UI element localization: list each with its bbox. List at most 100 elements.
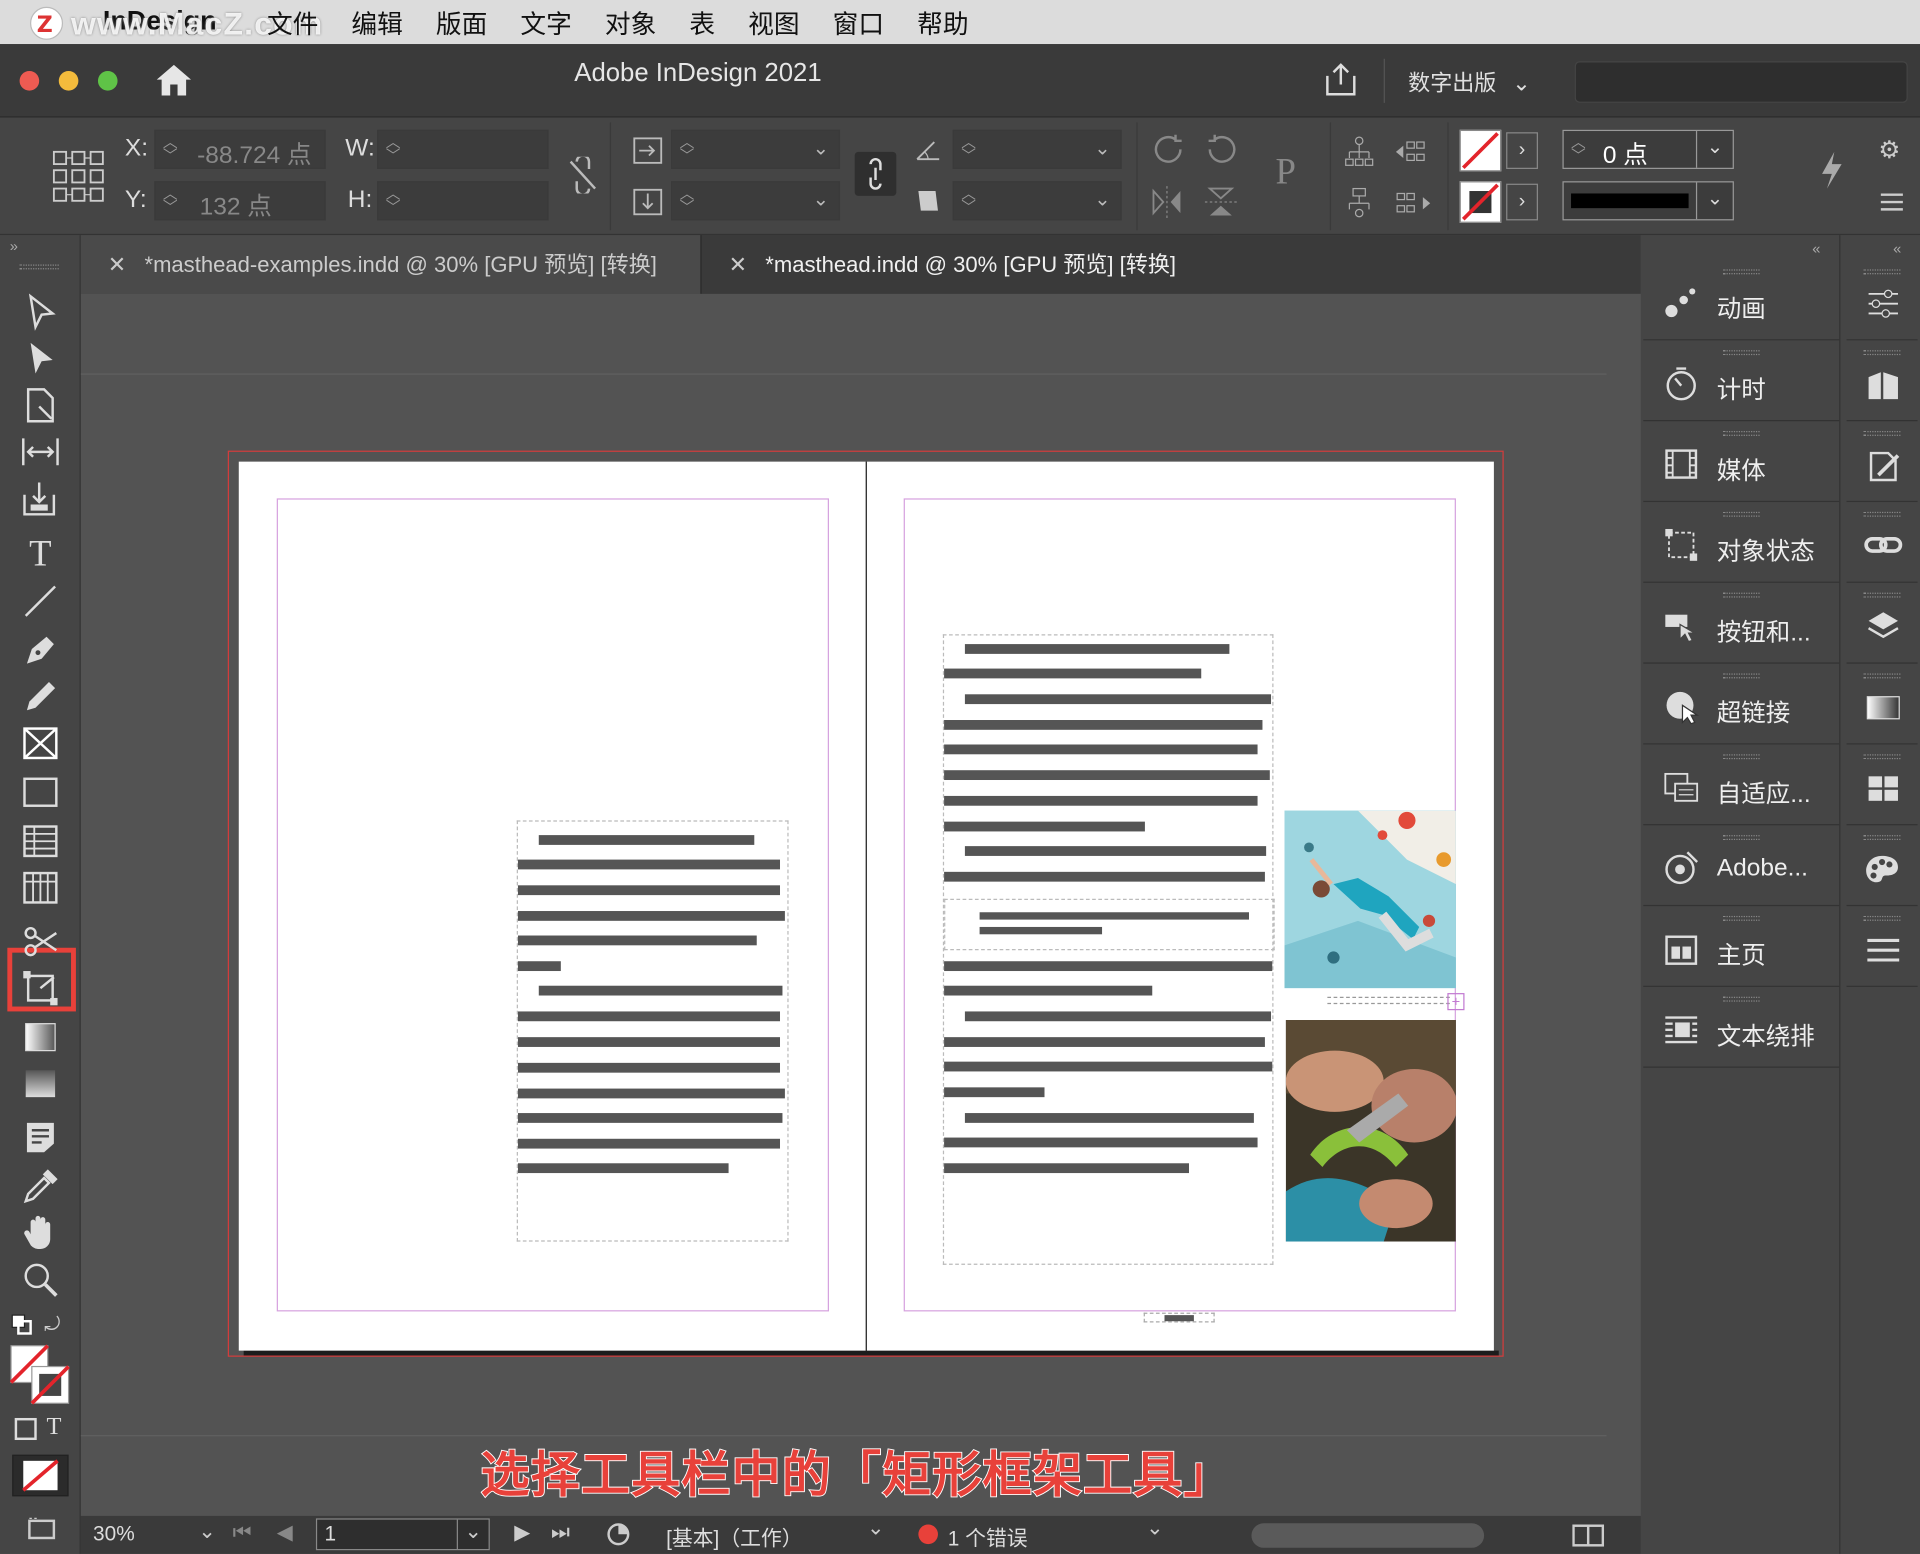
preflight-icon[interactable]: [605, 1521, 632, 1548]
carabiner-image[interactable]: [1285, 1020, 1456, 1242]
chevron-down-icon[interactable]: ⌄: [1695, 131, 1733, 168]
direct-selection-tool-icon[interactable]: [20, 338, 62, 380]
panel-stroke[interactable]: [1846, 424, 1918, 503]
gradient-feather-tool-icon[interactable]: [20, 1063, 62, 1105]
chevron-down-icon[interactable]: ⌄: [1094, 136, 1110, 160]
overset-text-icon[interactable]: +: [1447, 993, 1465, 1011]
rectangle-frame-tool-icon[interactable]: [20, 722, 62, 764]
scissors-tool-icon[interactable]: [20, 921, 62, 963]
zoom-tool-icon[interactable]: [20, 1259, 62, 1301]
panel-paragraph-styles[interactable]: [1846, 909, 1918, 987]
stroke-type-dropdown[interactable]: ⌄: [1562, 181, 1734, 221]
note-tool-icon[interactable]: [20, 1117, 62, 1159]
rotate-counterclockwise-icon[interactable]: [1202, 132, 1239, 169]
menu-view[interactable]: 视图: [748, 5, 799, 42]
rectangle-tool-icon[interactable]: [20, 771, 62, 813]
menu-object[interactable]: 对象: [605, 5, 656, 42]
split-view-icon[interactable]: [1572, 1523, 1605, 1547]
type-tool-icon[interactable]: T: [20, 534, 62, 576]
width-field[interactable]: ︿ ﹀: [377, 129, 549, 169]
flip-horizontal-icon[interactable]: [1149, 184, 1186, 221]
collapse-panels-icon[interactable]: «: [1893, 240, 1901, 257]
default-fill-stroke-icon[interactable]: [10, 1313, 37, 1337]
panel-liquid-layout[interactable]: 自适应...: [1643, 747, 1840, 826]
text-frame-left[interactable]: [516, 820, 789, 1242]
pull-quote-frame[interactable]: [944, 898, 1275, 951]
close-tab-icon[interactable]: ✕: [108, 235, 126, 294]
scale-x-field[interactable]: ︿ ﹀ ⌄: [671, 129, 841, 169]
fill-none-swatch[interactable]: [1459, 129, 1502, 172]
stroke-none-swatch[interactable]: [1459, 181, 1502, 223]
preflight-profile[interactable]: [基本]（工作）: [666, 1521, 802, 1552]
menu-help[interactable]: 帮助: [917, 5, 968, 42]
zoom-level-dropdown[interactable]: 30% ⌄: [93, 1520, 216, 1546]
menu-type[interactable]: 文字: [520, 5, 571, 42]
stepper-icon[interactable]: ︿ ﹀: [680, 135, 695, 163]
pencil-tool-icon[interactable]: [20, 676, 62, 718]
fill-swatch-menu-button[interactable]: ›: [1506, 132, 1538, 169]
fill-stroke-swatches[interactable]: [9, 1344, 71, 1406]
menu-window[interactable]: 窗口: [833, 5, 884, 42]
panel-color[interactable]: [1846, 828, 1918, 907]
rotate-clockwise-icon[interactable]: [1151, 132, 1188, 169]
panel-text-wrap[interactable]: 文本绕排: [1643, 989, 1840, 1068]
panel-menu-icon[interactable]: [1878, 189, 1905, 216]
pen-tool-icon[interactable]: [20, 629, 62, 671]
y-position-field[interactable]: ︿ ﹀ 132 点: [154, 181, 326, 221]
chevron-down-icon[interactable]: ⌄: [1146, 1516, 1163, 1540]
gradient-swatch-tool-icon[interactable]: [20, 1016, 62, 1058]
last-page-icon[interactable]: ⏭: [551, 1521, 570, 1545]
page-number-frame[interactable]: [1143, 1312, 1215, 1323]
vertical-grid-tool-icon[interactable]: [20, 867, 62, 909]
screen-mode-icon[interactable]: [27, 1516, 56, 1540]
horizontal-scrollbar[interactable]: [1251, 1523, 1485, 1548]
reference-point-icon[interactable]: [51, 149, 105, 203]
line-tool-icon[interactable]: [20, 580, 62, 622]
stepper-icon[interactable]: ︿ ﹀: [961, 135, 976, 163]
chevron-down-icon[interactable]: ⌄: [813, 187, 829, 211]
collapse-panels-icon[interactable]: «: [1812, 240, 1820, 257]
chevron-down-icon[interactable]: ⌄: [867, 1516, 884, 1540]
panel-hyperlinks[interactable]: 超链接: [1643, 666, 1840, 745]
chevron-down-icon[interactable]: ⌄: [813, 136, 829, 160]
panel-animation[interactable]: 动画: [1643, 262, 1840, 341]
panel-buttons-and-forms[interactable]: 按钮和...: [1643, 585, 1840, 664]
select-next-object-icon[interactable]: [1393, 186, 1432, 220]
panel-object-states[interactable]: 对象状态: [1643, 504, 1840, 583]
panel-layers[interactable]: [1846, 585, 1918, 664]
page-tool-icon[interactable]: [20, 384, 62, 426]
panel-timing[interactable]: 计时: [1643, 343, 1840, 422]
page-number-field[interactable]: 1 ⌄: [315, 1518, 490, 1551]
tab-masthead[interactable]: ✕ *masthead.indd @ 30% [GPU 预览] [转换]: [700, 235, 1213, 294]
horizontal-grid-tool-icon[interactable]: [20, 820, 62, 862]
next-page-icon[interactable]: ▶: [514, 1521, 530, 1545]
panel-swatches[interactable]: [1846, 747, 1918, 826]
search-input[interactable]: [1574, 61, 1908, 103]
close-tab-icon[interactable]: ✕: [729, 235, 747, 294]
workspace-switcher[interactable]: 数字出版 ⌄: [1408, 66, 1531, 98]
select-previous-object-icon[interactable]: [1393, 135, 1432, 169]
previous-page-icon[interactable]: ◀: [277, 1521, 293, 1545]
select-content-icon[interactable]: [1342, 186, 1376, 220]
stepper-icon[interactable]: ︿ ﹀: [961, 186, 976, 214]
menu-table[interactable]: 表: [689, 5, 715, 42]
panel-media[interactable]: 媒体: [1643, 424, 1840, 503]
panel-cc-libraries[interactable]: [1846, 343, 1918, 422]
climbing-wall-image[interactable]: [1284, 810, 1456, 989]
lightning-icon[interactable]: [1817, 149, 1846, 191]
hand-tool-icon[interactable]: [20, 1212, 62, 1254]
content-collector-tool-icon[interactable]: [20, 478, 62, 520]
swap-fill-stroke-icon[interactable]: ⤾: [44, 1315, 68, 1339]
stepper-icon[interactable]: ︿ ﹀: [386, 186, 401, 214]
scale-y-field[interactable]: ︿ ﹀ ⌄: [671, 181, 841, 221]
panel-gradient[interactable]: [1846, 666, 1918, 745]
stepper-icon[interactable]: ︿ ﹀: [163, 135, 178, 163]
rotation-field[interactable]: ︿ ﹀ ⌄: [952, 129, 1122, 169]
shear-field[interactable]: ︿ ﹀ ⌄: [952, 181, 1122, 221]
chevron-down-icon[interactable]: ⌄: [1695, 182, 1733, 220]
stepper-icon[interactable]: ︿ ﹀: [1571, 135, 1586, 163]
caption-frame[interactable]: [1327, 996, 1450, 1005]
panel-properties[interactable]: [1846, 262, 1918, 341]
menu-layout[interactable]: 版面: [436, 5, 487, 42]
paragraph-format-icon[interactable]: P: [1259, 144, 1313, 200]
